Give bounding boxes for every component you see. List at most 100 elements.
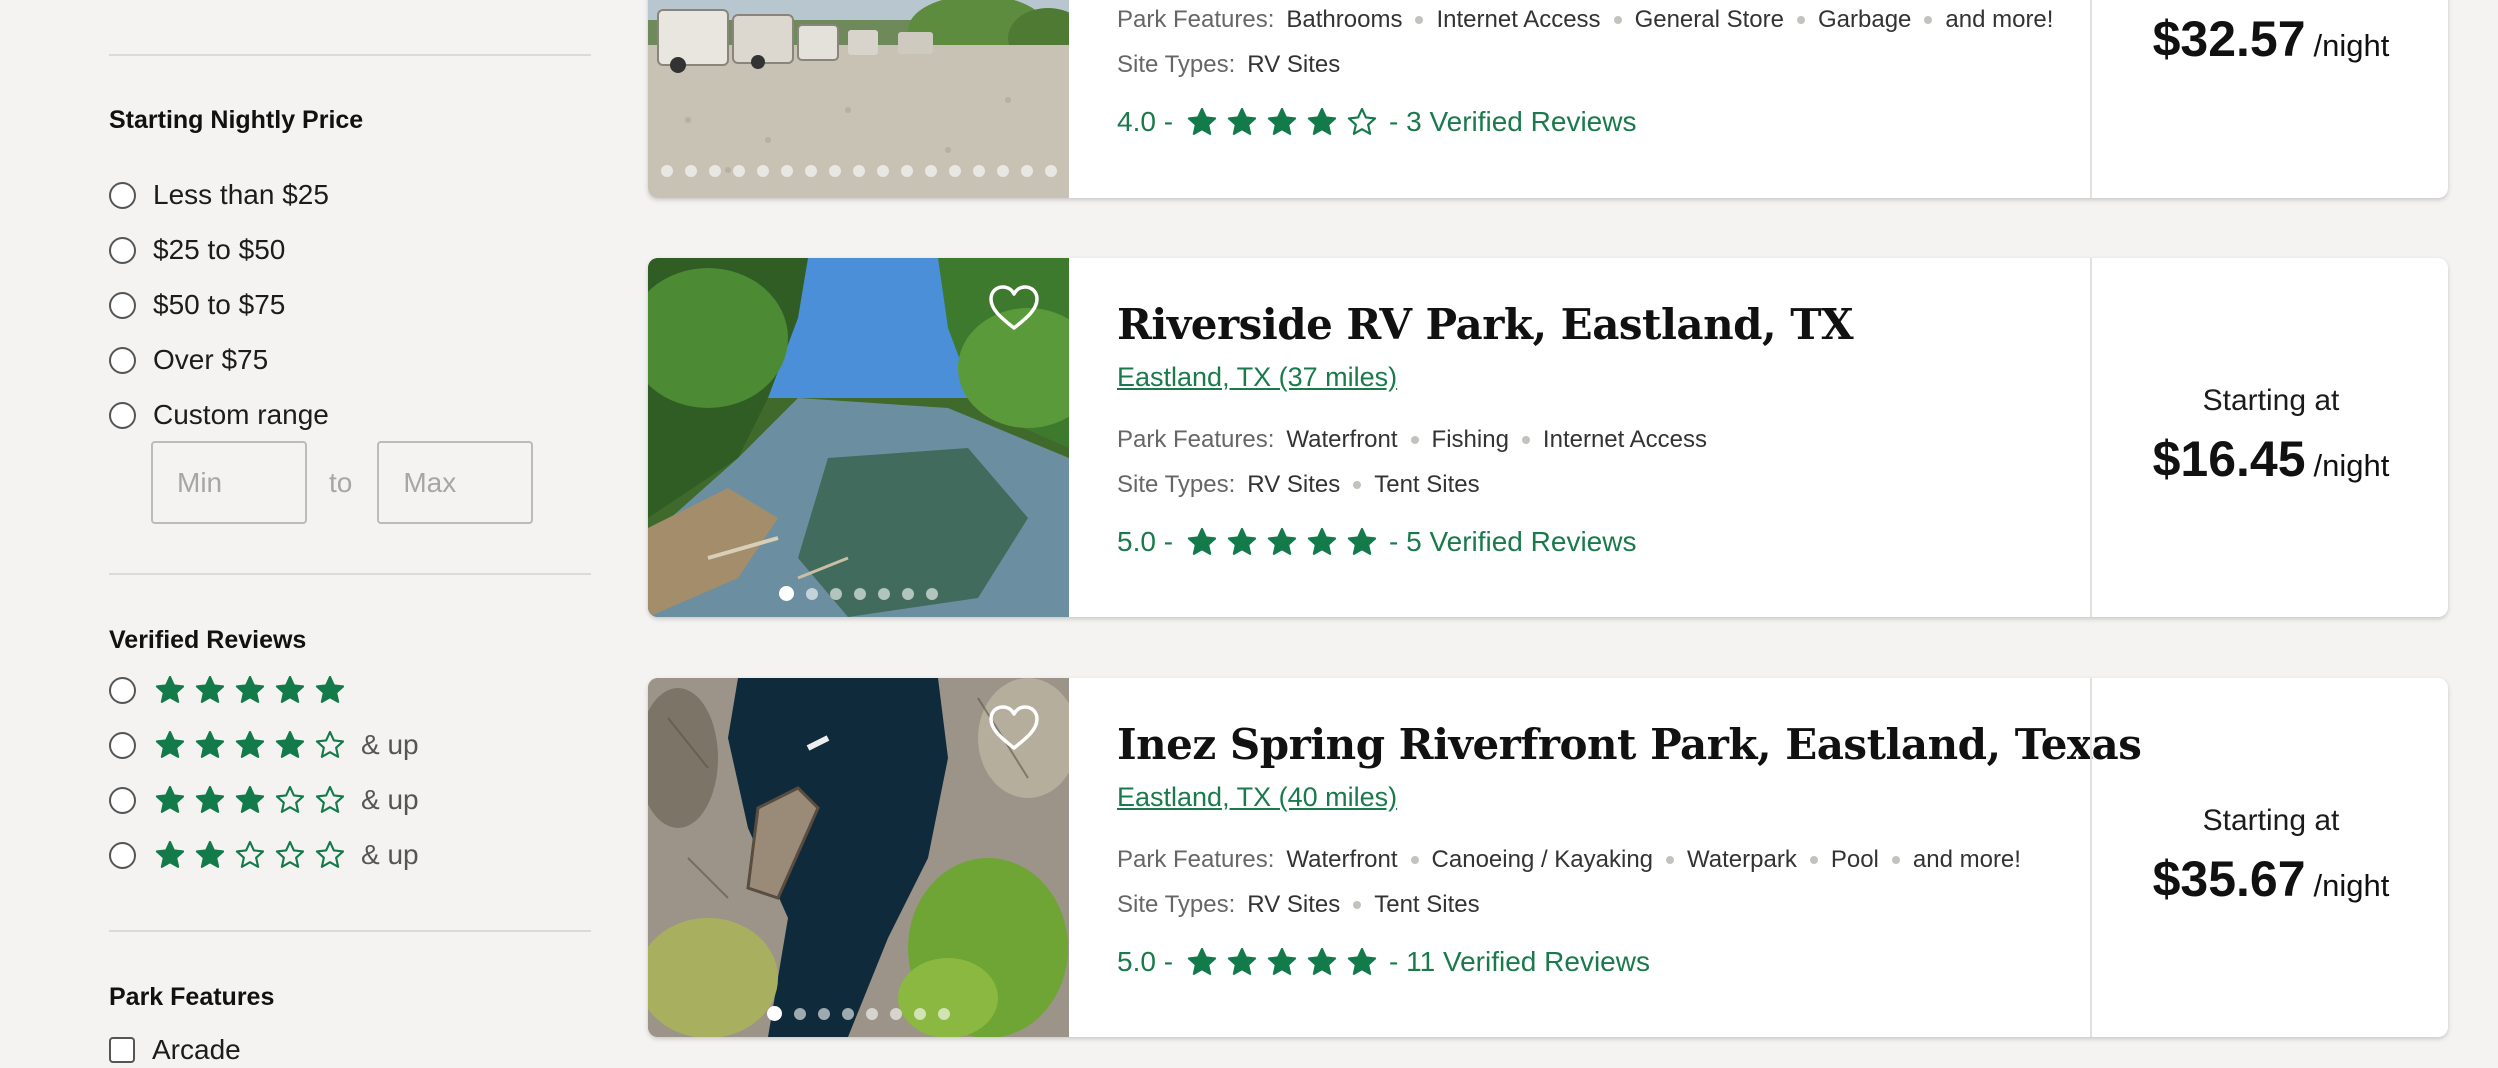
carousel-dot-active[interactable] xyxy=(767,1006,782,1021)
feature-option-label: Arcade xyxy=(152,1034,241,1065)
price-option-less-25[interactable]: Less than $25 xyxy=(109,177,329,213)
listing-photo[interactable] xyxy=(648,258,1069,617)
carousel-dot[interactable] xyxy=(708,165,721,177)
radio-button[interactable] xyxy=(109,291,136,319)
price-option-label: Less than $25 xyxy=(153,179,329,210)
carousel-dot[interactable] xyxy=(878,587,890,600)
carousel-dot[interactable] xyxy=(900,165,913,177)
bullet-separator xyxy=(1353,901,1362,909)
carousel-dot[interactable] xyxy=(842,1007,854,1020)
radio-button[interactable] xyxy=(109,181,136,209)
carousel-dot[interactable] xyxy=(794,1007,806,1020)
carousel-dot[interactable] xyxy=(852,165,865,177)
site-types: Site Types: RV Sites Tent Sites xyxy=(1117,891,1480,919)
price-option-25-50[interactable]: $25 to $50 xyxy=(109,232,285,268)
feature-option-arcade[interactable]: Arcade xyxy=(109,1032,241,1068)
reviews-option-2-stars[interactable]: & up xyxy=(109,837,419,873)
heart-outline-icon[interactable] xyxy=(988,284,1040,332)
carousel-dot[interactable] xyxy=(926,587,938,600)
divider xyxy=(109,573,591,575)
verified-reviews-link[interactable]: - 3 Verified Reviews xyxy=(1389,106,1636,138)
listing-rating: 5.0 - - 11 Verified Reviews xyxy=(1117,946,1650,978)
carousel-dot[interactable] xyxy=(996,165,1009,177)
star-filled-icon xyxy=(1187,107,1217,135)
carousel-dot[interactable] xyxy=(780,165,793,177)
carousel-dot[interactable] xyxy=(732,165,745,177)
carousel-dot[interactable] xyxy=(948,165,961,177)
carousel-dot[interactable] xyxy=(972,165,985,177)
carousel-dot[interactable] xyxy=(806,587,818,600)
reviews-option-4-stars[interactable]: & up xyxy=(109,727,419,763)
star-filled-icon xyxy=(195,840,225,868)
meta-item: Internet Access xyxy=(1436,6,1601,33)
photo-carousel-dots[interactable] xyxy=(648,165,1069,177)
radio-button[interactable] xyxy=(109,676,136,704)
max-price-input[interactable] xyxy=(377,441,534,524)
carousel-dot[interactable] xyxy=(890,1007,902,1020)
photo-carousel-dots[interactable] xyxy=(648,586,1069,601)
meta-item: Garbage xyxy=(1817,6,1912,33)
carousel-dot-active[interactable] xyxy=(779,586,794,601)
listing-location-link[interactable]: Eastland, TX (37 miles) xyxy=(1117,362,1397,393)
star-filled-icon xyxy=(235,675,265,703)
star-filled-icon xyxy=(1187,947,1217,975)
price-option-label: $50 to $75 xyxy=(153,289,286,320)
star-filled-icon xyxy=(1347,527,1377,555)
bullet-separator xyxy=(1809,856,1818,864)
listing-location-link[interactable]: Eastland, TX (40 miles) xyxy=(1117,782,1397,813)
carousel-dot[interactable] xyxy=(902,587,914,600)
photo-carousel-dots[interactable] xyxy=(648,1006,1069,1021)
star-filled-icon xyxy=(195,675,225,703)
meta-label: Site Types: xyxy=(1117,891,1236,918)
carousel-dot[interactable] xyxy=(854,587,866,600)
carousel-dot[interactable] xyxy=(924,165,937,177)
star-filled-icon xyxy=(1227,527,1257,555)
carousel-dot[interactable] xyxy=(756,165,769,177)
listing-photo[interactable] xyxy=(648,678,1069,1037)
listing-rating: 4.0 - - 3 Verified Reviews xyxy=(1117,106,1636,138)
price-option-50-75[interactable]: $50 to $75 xyxy=(109,287,285,323)
radio-button[interactable] xyxy=(109,786,136,814)
carousel-dot[interactable] xyxy=(938,1007,950,1020)
listing-card[interactable]: Inez Spring Riverfront Park, Eastland, T… xyxy=(648,678,2448,1037)
radio-button[interactable] xyxy=(109,841,136,869)
radio-button[interactable] xyxy=(109,731,136,759)
star-filled-icon xyxy=(315,675,345,703)
listing-title[interactable]: Riverside RV Park, Eastland, TX xyxy=(1117,300,1854,349)
carousel-dot[interactable] xyxy=(914,1007,926,1020)
carousel-dot[interactable] xyxy=(866,1007,878,1020)
carousel-dot[interactable] xyxy=(684,165,697,177)
meta-item: RV Sites xyxy=(1247,471,1341,498)
reviews-option-5-stars[interactable] xyxy=(109,672,353,708)
price-option-over-75[interactable]: Over $75 xyxy=(109,342,268,378)
carousel-dot[interactable] xyxy=(804,165,817,177)
radio-button[interactable] xyxy=(109,236,136,264)
checkbox[interactable] xyxy=(109,1037,135,1063)
star-outline-icon xyxy=(275,785,305,813)
carousel-dot[interactable] xyxy=(828,165,841,177)
listing-photo[interactable] xyxy=(648,0,1069,198)
star-outline-icon xyxy=(1347,107,1377,135)
carousel-dot[interactable] xyxy=(1044,165,1057,177)
price-option-custom-range[interactable]: Custom range xyxy=(109,397,329,433)
meta-item: RV Sites xyxy=(1247,891,1341,918)
bullet-separator xyxy=(1410,856,1419,864)
reviews-option-3-stars[interactable]: & up xyxy=(109,782,419,818)
star-filled-icon xyxy=(1347,947,1377,975)
listing-title[interactable]: Inez Spring Riverfront Park, Eastland, T… xyxy=(1117,720,2142,769)
carousel-dot[interactable] xyxy=(876,165,889,177)
listing-card[interactable]: Riverside RV Park, Eastland, TX Eastland… xyxy=(648,258,2448,617)
price-panel: $32.57/night xyxy=(2090,0,2448,198)
verified-reviews-link[interactable]: - 5 Verified Reviews xyxy=(1389,526,1636,558)
min-price-input[interactable] xyxy=(151,441,307,524)
listing-card[interactable]: Park Features: Bathrooms Internet Access Ge… xyxy=(648,0,2448,198)
verified-reviews-link[interactable]: - 11 Verified Reviews xyxy=(1389,946,1650,978)
heart-outline-icon[interactable] xyxy=(988,704,1040,752)
carousel-dot[interactable] xyxy=(1020,165,1033,177)
radio-button[interactable] xyxy=(109,346,136,374)
carousel-dot[interactable] xyxy=(660,165,673,177)
carousel-dot[interactable] xyxy=(818,1007,830,1020)
radio-button[interactable] xyxy=(109,401,136,429)
star-filled-icon xyxy=(235,785,265,813)
carousel-dot[interactable] xyxy=(830,587,842,600)
